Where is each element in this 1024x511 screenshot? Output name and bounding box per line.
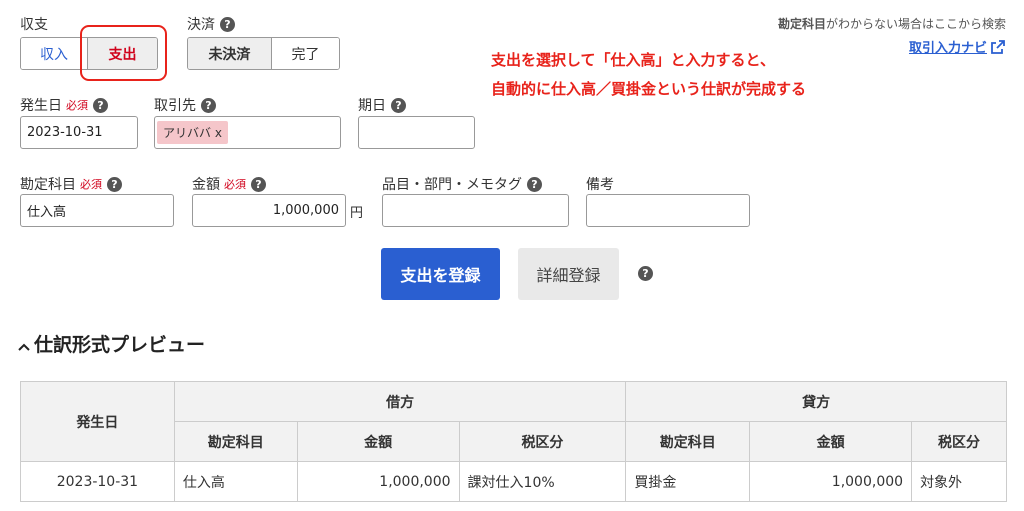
row-credit-account: 買掛金 — [625, 461, 751, 502]
required-badge: 必須 — [224, 178, 246, 191]
header-credit-account: 勘定科目 — [625, 421, 751, 462]
header-date: 発生日 — [20, 381, 175, 462]
note-label: 備考 — [586, 177, 614, 193]
search-hint: 勘定科目がわからない場合はここから検索 — [778, 15, 1006, 32]
settled-option[interactable]: 完了 — [271, 38, 339, 69]
expense-highlight-box — [80, 25, 167, 81]
header-debit-tax: 税区分 — [458, 421, 627, 462]
row-date: 2023-10-31 — [20, 461, 175, 502]
table-row: 2023-10-31 仕入高 1,000,000 課対仕入10% 買掛金 1,0… — [20, 461, 1007, 502]
settlement-label: 決済? — [187, 14, 235, 34]
header-debit-amount: 金額 — [296, 421, 460, 462]
partner-tag[interactable]: アリババ x — [157, 121, 228, 144]
unsettled-option[interactable]: 未決済 — [188, 38, 272, 69]
header-credit: 貸方 — [625, 381, 1007, 422]
account-input[interactable]: 仕入高 — [20, 194, 174, 227]
header-debit-account: 勘定科目 — [173, 421, 298, 462]
items-input[interactable] — [382, 194, 569, 227]
partner-input[interactable]: アリババ x — [154, 116, 341, 149]
due-label: 期日? — [358, 95, 406, 115]
help-icon[interactable]: ? — [638, 266, 653, 281]
preview-toggle[interactable]: 仕訳形式プレビュー — [18, 330, 205, 357]
row-debit-account: 仕入高 — [173, 461, 298, 502]
date-input[interactable]: 2023-10-31 — [20, 116, 138, 149]
chevron-up-icon — [18, 343, 30, 351]
row-debit-amount: 1,000,000 — [296, 461, 460, 502]
help-icon[interactable]: ? — [251, 176, 266, 192]
row-credit-amount: 1,000,000 — [749, 461, 913, 502]
submit-expense-button[interactable]: 支出を登録 — [381, 248, 500, 300]
search-hint-text: がわからない場合はここから検索 — [825, 17, 1006, 31]
required-badge: 必須 — [66, 99, 88, 112]
journal-preview-table: 発生日 借方 貸方 勘定科目 金額 税区分 勘定科目 金額 税区分 2023-1… — [20, 381, 1007, 502]
help-icon[interactable]: ? — [201, 97, 216, 113]
header-credit-amount: 金額 — [749, 421, 913, 462]
annotation-line-2: 自動的に仕入高／買掛金という仕訳が完成する — [491, 80, 807, 98]
search-hint-bold: 勘定科目 — [777, 17, 826, 31]
help-icon[interactable]: ? — [527, 176, 542, 192]
partner-label: 取引先? — [154, 95, 216, 115]
row-debit-tax: 課対仕入10% — [458, 461, 627, 502]
preview-title: 仕訳形式プレビュー — [34, 334, 206, 356]
balance-label: 収支 — [20, 17, 48, 33]
amount-input[interactable]: 1,000,000 — [192, 194, 346, 227]
due-input[interactable] — [358, 116, 475, 149]
navi-link[interactable]: 取引入力ナビ — [909, 37, 1006, 56]
income-option[interactable]: 収入 — [21, 38, 89, 69]
date-label: 発生日 必須? — [20, 95, 108, 115]
row-credit-tax: 対象外 — [911, 461, 1007, 502]
help-icon[interactable]: ? — [220, 16, 235, 32]
help-icon[interactable]: ? — [93, 97, 108, 113]
header-debit: 借方 — [173, 381, 627, 422]
amount-unit: 円 — [350, 206, 364, 221]
note-input[interactable] — [586, 194, 750, 227]
amount-label: 金額 必須? — [192, 174, 266, 194]
settlement-toggle: 未決済 完了 — [187, 37, 340, 70]
required-badge: 必須 — [80, 178, 102, 191]
account-label: 勘定科目 必須? — [20, 174, 122, 194]
external-link-icon — [991, 39, 1005, 54]
header-credit-tax: 税区分 — [911, 421, 1007, 462]
detail-register-button[interactable]: 詳細登録 — [518, 248, 619, 300]
items-label: 品目・部門・メモタグ? — [382, 174, 542, 194]
help-icon[interactable]: ? — [107, 176, 122, 192]
help-icon[interactable]: ? — [391, 97, 406, 113]
annotation-line-1: 支出を選択して「仕入高」と入力すると、 — [491, 51, 775, 69]
